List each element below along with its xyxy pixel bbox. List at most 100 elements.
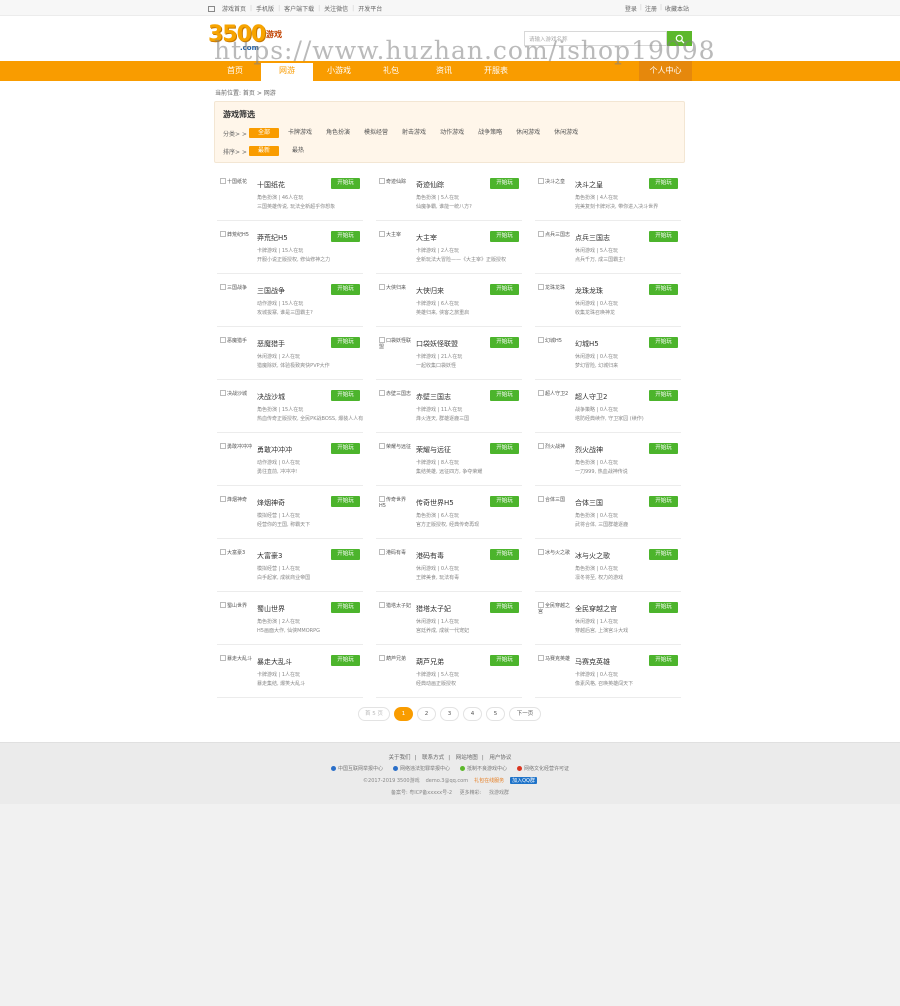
game-name[interactable]: 烽烟神奇 xyxy=(257,498,285,508)
game-thumbnail[interactable]: 决斗之皇 xyxy=(538,178,570,210)
play-button[interactable]: 开始玩 xyxy=(490,655,519,666)
game-card[interactable]: 三国战争 三国战争 开始玩 动作游戏 | 15人在玩 攻城拔寨, 谁是三国霸主? xyxy=(217,281,363,327)
game-name[interactable]: 合体三国 xyxy=(575,498,603,508)
play-button[interactable]: 开始玩 xyxy=(649,337,678,348)
game-name[interactable]: 冰与火之歌 xyxy=(575,551,610,561)
game-name[interactable]: 全民穿越之宫 xyxy=(575,604,617,614)
category-option[interactable]: 休闲游戏 xyxy=(511,128,545,138)
page-3[interactable]: 3 xyxy=(440,707,459,721)
play-button[interactable]: 开始玩 xyxy=(490,549,519,560)
game-name[interactable]: 传奇世界H5 xyxy=(416,498,454,508)
game-thumbnail[interactable]: 勇敢冲冲冲 xyxy=(220,443,252,475)
footer-link-contact[interactable]: 联系方式 xyxy=(418,755,448,761)
game-thumbnail[interactable]: 超人守卫2 xyxy=(538,390,570,422)
game-name[interactable]: 大富豪3 xyxy=(257,551,282,561)
game-thumbnail[interactable]: 合体三国 xyxy=(538,496,570,528)
footer-badge[interactable]: 网络违法犯罪举报中心 xyxy=(392,765,450,772)
game-card[interactable]: 荣耀与远征 荣耀与远征 开始玩 卡牌游戏 | 8人在玩 集结英雄, 远征四方, 争夺荣耀 xyxy=(376,440,522,486)
game-card[interactable]: 全民穿越之宫 全民穿越之宫 开始玩 休闲游戏 | 1人在玩 穿越后宫, 上演宫斗大戏 xyxy=(535,599,681,645)
game-name[interactable]: 奇迹仙踪 xyxy=(416,180,444,190)
contact-email[interactable]: demo.3@qq.com xyxy=(426,778,468,784)
game-thumbnail[interactable]: 十国纸花 xyxy=(220,178,252,210)
game-name[interactable]: 猎塔太子妃 xyxy=(416,604,451,614)
sort-option-hottest[interactable]: 最热 xyxy=(283,146,313,156)
game-card[interactable]: 勇敢冲冲冲 勇敢冲冲冲 开始玩 动作游戏 | 0人在玩 勇往直前, 冲冲冲! xyxy=(217,440,363,486)
game-thumbnail[interactable]: 传奇世界H5 xyxy=(379,496,411,528)
game-thumbnail[interactable]: 烈火战神 xyxy=(538,443,570,475)
game-name[interactable]: 蜀山世界 xyxy=(257,604,285,614)
game-name[interactable]: 烈火战神 xyxy=(575,445,603,455)
game-card[interactable]: 大主宰 大主宰 开始玩 卡牌游戏 | 2人在玩 全新玩法大冒险——《大主宰》正版授权 xyxy=(376,228,522,274)
game-thumbnail[interactable]: 暴走大乱斗 xyxy=(220,655,252,687)
play-button[interactable]: 开始玩 xyxy=(331,602,360,613)
game-name[interactable]: 幻城H5 xyxy=(575,339,599,349)
play-button[interactable]: 开始玩 xyxy=(331,231,360,242)
play-button[interactable]: 开始玩 xyxy=(649,655,678,666)
game-thumbnail[interactable]: 葫芦兄弟 xyxy=(379,655,411,687)
game-name[interactable]: 龙珠龙珠 xyxy=(575,286,603,296)
game-card[interactable]: 幻城H5 幻城H5 开始玩 休闲游戏 | 0人在玩 梦幻冒险, 幻城归来 xyxy=(535,334,681,380)
game-name[interactable]: 恶魔猎手 xyxy=(257,339,285,349)
play-button[interactable]: 开始玩 xyxy=(490,390,519,401)
game-name[interactable]: 港码有毒 xyxy=(416,551,444,561)
play-button[interactable]: 开始玩 xyxy=(331,496,360,507)
game-card[interactable]: 冰与火之歌 冰与火之歌 开始玩 角色扮演 | 0人在玩 凛冬将至, 权力的游戏 xyxy=(535,546,681,592)
play-button[interactable]: 开始玩 xyxy=(649,390,678,401)
game-thumbnail[interactable]: 奇迹仙踪 xyxy=(379,178,411,210)
game-thumbnail[interactable]: 马赛克英雄 xyxy=(538,655,570,687)
game-card[interactable]: 奇迹仙踪 奇迹仙踪 开始玩 角色扮演 | 5人在玩 仙魔争霸, 谁能一统八方? xyxy=(376,175,522,221)
game-thumbnail[interactable]: 港码有毒 xyxy=(379,549,411,581)
game-name[interactable]: 决战沙城 xyxy=(257,392,285,402)
game-name[interactable]: 莽荒纪H5 xyxy=(257,233,288,243)
play-button[interactable]: 开始玩 xyxy=(490,337,519,348)
game-name[interactable]: 荣耀与远征 xyxy=(416,445,451,455)
play-button[interactable]: 开始玩 xyxy=(649,178,678,189)
game-card[interactable]: 莽荒纪H5 莽荒纪H5 开始玩 卡牌游戏 | 15人在玩 开服小说正版授权, 修仙修神之… xyxy=(217,228,363,274)
footer-badge[interactable]: 抵制不良游戏中心 xyxy=(460,765,507,772)
game-thumbnail[interactable]: 猎塔太子妃 xyxy=(379,602,411,634)
play-button[interactable]: 开始玩 xyxy=(331,390,360,401)
play-button[interactable]: 开始玩 xyxy=(331,549,360,560)
game-thumbnail[interactable]: 决战沙城 xyxy=(220,390,252,422)
game-thumbnail[interactable]: 荣耀与远征 xyxy=(379,443,411,475)
game-card[interactable]: 决战沙城 决战沙城 开始玩 角色扮演 | 15人在玩 热血传奇正版授权, 全民PK战BO… xyxy=(217,387,363,433)
register-link[interactable]: 注册 xyxy=(642,4,660,13)
play-button[interactable]: 开始玩 xyxy=(649,231,678,242)
play-button[interactable]: 开始玩 xyxy=(331,443,360,454)
game-name[interactable]: 点兵三国志 xyxy=(575,233,610,243)
footer-link-sitemap[interactable]: 网站地图 xyxy=(452,755,482,761)
play-button[interactable]: 开始玩 xyxy=(331,655,360,666)
category-option[interactable]: 卡牌游戏 xyxy=(283,128,317,138)
game-card[interactable]: 点兵三国志 点兵三国志 开始玩 休闲游戏 | 5人在玩 点兵千万, 成三国霸主! xyxy=(535,228,681,274)
footer-badge[interactable]: 中国互联网举报中心 xyxy=(330,765,383,772)
game-name[interactable]: 赤壁三国志 xyxy=(416,392,451,402)
game-card[interactable]: 烈火战神 烈火战神 开始玩 角色扮演 | 0人在玩 一刀999, 热血战神传说 xyxy=(535,440,681,486)
game-card[interactable]: 合体三国 合体三国 开始玩 角色扮演 | 0人在玩 武将合体, 三国群雄逐鹿 xyxy=(535,493,681,539)
page-prev[interactable]: 首 5 页 xyxy=(358,707,390,721)
game-card[interactable]: 恶魔猎手 恶魔猎手 开始玩 休闲游戏 | 2人在玩 猎魔除妖, 体验极致爽快PVP大作 xyxy=(217,334,363,380)
play-button[interactable]: 开始玩 xyxy=(331,178,360,189)
game-thumbnail[interactable]: 龙珠龙珠 xyxy=(538,284,570,316)
game-card[interactable]: 蜀山世界 蜀山世界 开始玩 角色扮演 | 2人在玩 H5画面大作, 仙侠MMORPG xyxy=(217,599,363,645)
game-card[interactable]: 暴走大乱斗 暴走大乱斗 开始玩 卡牌游戏 | 1人在玩 暴走集结, 爆笑大乱斗 xyxy=(217,652,363,698)
game-name[interactable]: 决斗之皇 xyxy=(575,180,603,190)
play-button[interactable]: 开始玩 xyxy=(490,602,519,613)
game-group-link[interactable]: 找游戏群 xyxy=(489,790,509,796)
play-button[interactable]: 开始玩 xyxy=(490,231,519,242)
game-card[interactable]: 大富豪3 大富豪3 开始玩 模拟经营 | 1人在玩 白手起家, 成就商业帝国 xyxy=(217,546,363,592)
game-card[interactable]: 猎塔太子妃 猎塔太子妃 开始玩 休闲游戏 | 1人在玩 宫廷养成, 成就一代宠妃 xyxy=(376,599,522,645)
footer-link-agreement[interactable]: 用户协议 xyxy=(485,755,515,761)
game-card[interactable]: 决斗之皇 决斗之皇 开始玩 角色扮演 | 4人在玩 完美复刻卡牌对决, 带你进入决斗世界 xyxy=(535,175,681,221)
play-button[interactable]: 开始玩 xyxy=(331,337,360,348)
game-card[interactable]: 马赛克英雄 马赛克英雄 开始玩 卡牌游戏 | 0人在玩 像素风格, 召唤英雄闯天下 xyxy=(535,652,681,698)
game-thumbnail[interactable]: 大主宰 xyxy=(379,231,411,263)
game-card[interactable]: 赤壁三国志 赤壁三国志 开始玩 卡牌游戏 | 11人在玩 烽火连天, 群雄逐鹿三国 xyxy=(376,387,522,433)
category-option[interactable]: 动作游戏 xyxy=(435,128,469,138)
game-card[interactable]: 传奇世界H5 传奇世界H5 开始玩 角色扮演 | 6人在玩 官方正版授权, 经典传奇再现 xyxy=(376,493,522,539)
game-thumbnail[interactable]: 恶魔猎手 xyxy=(220,337,252,369)
game-thumbnail[interactable]: 幻城H5 xyxy=(538,337,570,369)
game-name[interactable]: 超人守卫2 xyxy=(575,392,607,402)
play-button[interactable]: 开始玩 xyxy=(490,496,519,507)
game-thumbnail[interactable]: 大富豪3 xyxy=(220,549,252,581)
bookmark-link[interactable]: 收藏本站 xyxy=(662,4,692,13)
